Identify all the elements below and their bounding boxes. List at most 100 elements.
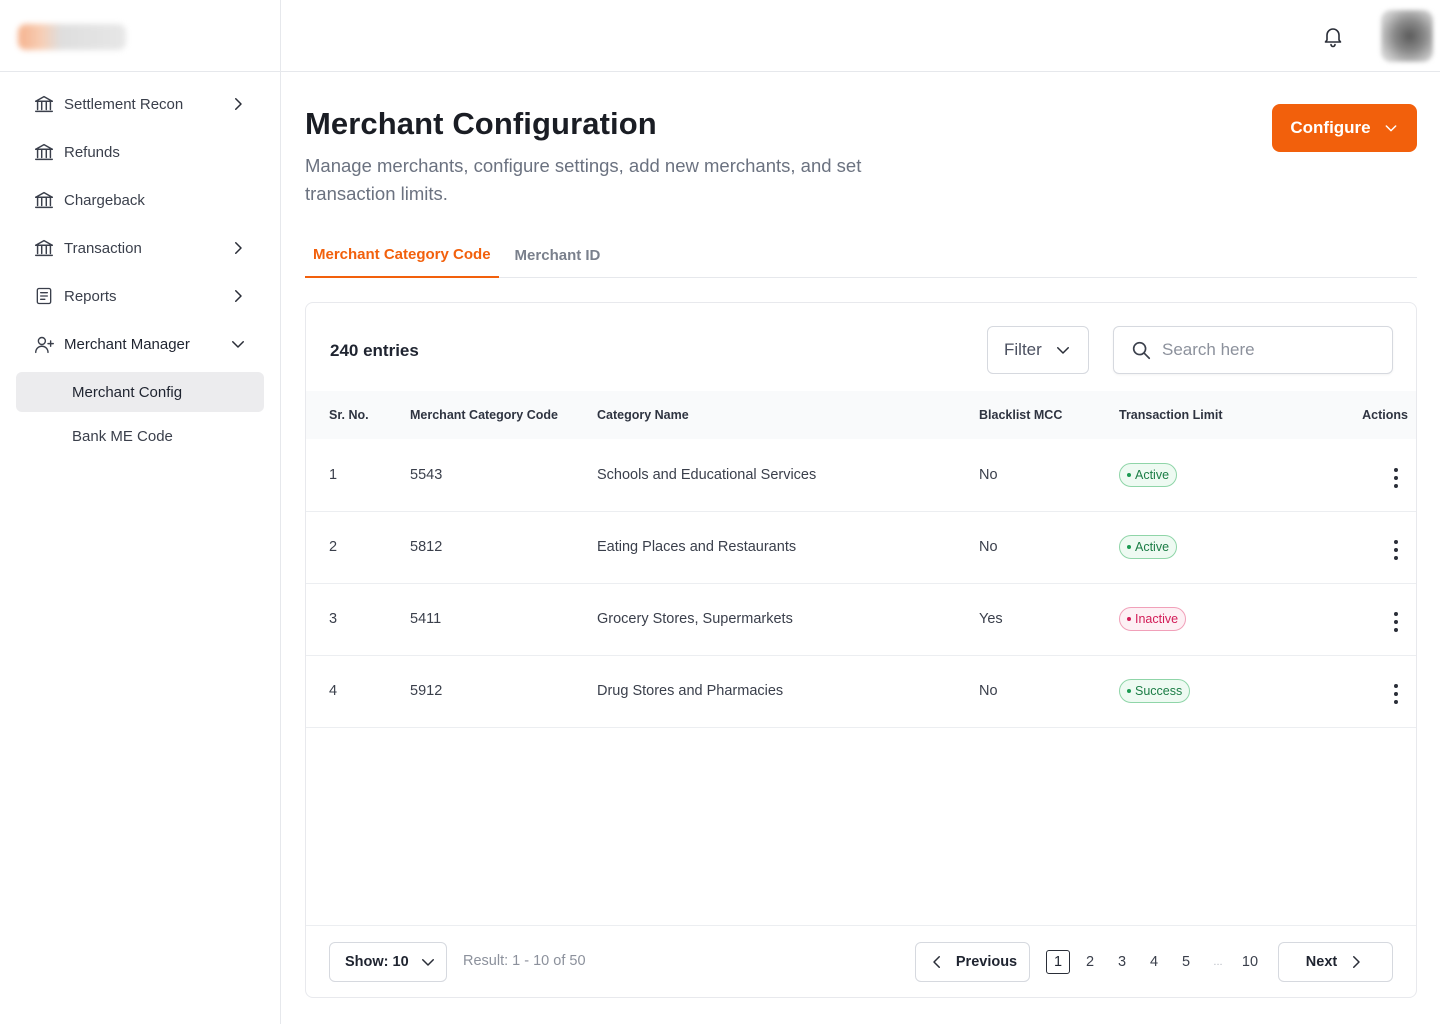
status-badge-label: Active: [1135, 467, 1170, 482]
cell-category-name: Drug Stores and Pharmacies: [597, 683, 784, 699]
status-badge: Success: [1119, 679, 1191, 703]
cell-mcc: 5411: [410, 611, 442, 627]
page-number-1[interactable]: 1: [1046, 950, 1070, 974]
page-number-10[interactable]: 10: [1238, 950, 1262, 974]
tab-bar: Merchant Category Code Merchant ID: [305, 232, 1417, 278]
page-ellipsis: ...: [1213, 956, 1223, 968]
filter-button-label: Filter: [1004, 340, 1042, 359]
page-number-2[interactable]: 2: [1078, 950, 1102, 974]
sidebar-subitem-merchant-config[interactable]: Merchant Config: [16, 372, 264, 412]
more-actions-icon[interactable]: [1386, 538, 1406, 562]
sidebar-item-chargeback[interactable]: Chargeback: [16, 176, 264, 224]
bank-icon: [32, 140, 56, 164]
column-header-actions: Actions: [1362, 408, 1408, 422]
cell-blacklist-mcc: No: [979, 683, 998, 699]
page-number-4[interactable]: 4: [1142, 950, 1166, 974]
chevron-down-icon: [421, 959, 434, 966]
search-input[interactable]: [1162, 340, 1362, 360]
page-title: Merchant Configuration: [305, 106, 657, 141]
next-button[interactable]: Next: [1278, 942, 1393, 982]
page-number-5[interactable]: 5: [1174, 950, 1198, 974]
cell-sr-no: 1: [329, 466, 338, 483]
report-icon: [32, 284, 56, 308]
configure-button-label: Configure: [1290, 118, 1371, 137]
cell-category-name: Grocery Stores, Supermarkets: [597, 611, 793, 627]
status-badge-label: Inactive: [1135, 612, 1179, 626]
status-dot: [1127, 472, 1131, 477]
cell-sr-no: 3: [329, 611, 338, 627]
cell-blacklist-mcc: No: [979, 466, 998, 483]
status-dot: [1127, 617, 1131, 621]
sidebar-item-refunds[interactable]: Refunds: [16, 128, 264, 176]
previous-button[interactable]: Previous: [915, 942, 1030, 982]
sidebar-subitem-bank-me-code[interactable]: Bank ME Code: [16, 416, 264, 456]
sidebar-item-label: Chargeback: [64, 191, 145, 209]
tab-merchant-category-code[interactable]: Merchant Category Code: [305, 232, 499, 278]
cell-category-name: Eating Places and Restaurants: [597, 539, 797, 555]
bank-icon: [32, 92, 56, 116]
sidebar-item-label: Reports: [64, 287, 117, 305]
sidebar-item-reports[interactable]: Reports: [16, 272, 264, 320]
bank-icon: [32, 188, 56, 212]
sidebar-item-label: Refunds: [64, 143, 120, 161]
table-row[interactable]: 2 5812 Eating Places and Restaurants No …: [306, 511, 1416, 583]
sidebar-nav: Settlement Recon Refunds Chargeback Tran…: [16, 80, 264, 460]
column-header-mcc[interactable]: Merchant Category Code: [410, 391, 597, 439]
sidebar: Settlement Recon Refunds Chargeback Tran…: [0, 0, 281, 1024]
chevron-right-icon[interactable]: [226, 236, 250, 260]
status-badge: Active: [1119, 462, 1178, 487]
top-bar: [281, 0, 1440, 72]
chevron-right-icon[interactable]: [226, 284, 250, 308]
status-badge-label: Active: [1135, 540, 1170, 554]
filter-button[interactable]: Filter: [987, 326, 1089, 374]
table-row[interactable]: 1 5543 Schools and Educational Services …: [306, 439, 1416, 511]
brand-logo[interactable]: [18, 24, 126, 50]
bell-icon[interactable]: [1321, 24, 1345, 48]
mcc-table: Sr. No. Merchant Category Code Category …: [306, 391, 1416, 728]
table-row[interactable]: 4 5912 Drug Stores and Pharmacies No Suc…: [306, 655, 1416, 727]
page-size-label: Show: 10: [345, 954, 409, 970]
column-header-sr-no[interactable]: Sr. No.: [306, 391, 410, 439]
chevron-right-icon: [1353, 956, 1360, 968]
next-button-label: Next: [1305, 954, 1338, 970]
cell-blacklist-mcc: Yes: [979, 611, 1003, 627]
status-badge-label: Success: [1135, 684, 1183, 698]
sidebar-item-settlement-recon[interactable]: Settlement Recon: [16, 80, 264, 128]
bank-icon: [32, 236, 56, 260]
configure-button[interactable]: Configure: [1272, 104, 1417, 152]
sidebar-item-merchant-manager[interactable]: Merchant Manager: [16, 320, 264, 368]
pagination-bar: Show: 10 Result: 1 - 10 of 50 Previous 1…: [306, 925, 1416, 997]
avatar[interactable]: [1381, 10, 1433, 62]
sidebar-item-label: Merchant Manager: [64, 335, 190, 353]
chevron-down-icon[interactable]: [226, 332, 250, 356]
entries-count: 240 entries: [330, 341, 419, 360]
page-size-select[interactable]: Show: 10: [329, 942, 447, 982]
sidebar-item-label: Transaction: [64, 239, 142, 257]
more-actions-icon[interactable]: [1386, 682, 1406, 706]
search-icon: [1132, 341, 1151, 360]
column-header-blacklist-mcc[interactable]: Blacklist MCC: [979, 391, 1119, 439]
sidebar-item-transaction[interactable]: Transaction: [16, 224, 264, 272]
chevron-left-icon: [933, 956, 940, 968]
cell-mcc: 5812: [410, 539, 443, 555]
cell-category-name: Schools and Educational Services: [597, 466, 817, 483]
status-dot: [1127, 689, 1131, 693]
status-badge: Active: [1119, 535, 1178, 559]
column-header-transaction-limit[interactable]: Transaction Limit: [1119, 391, 1319, 439]
more-actions-icon[interactable]: [1386, 466, 1406, 490]
chevron-down-icon: [1385, 125, 1397, 132]
search-box: [1113, 326, 1393, 374]
tab-merchant-id[interactable]: Merchant ID: [507, 232, 609, 278]
more-actions-icon[interactable]: [1386, 610, 1406, 634]
logo-area: [0, 0, 280, 72]
sidebar-item-label: Settlement Recon: [64, 95, 184, 113]
mcc-table-card: 240 entries Filter Sr. No. Merchant Cate…: [305, 302, 1417, 998]
column-header-category-name[interactable]: Category Name: [597, 391, 979, 439]
chevron-right-icon[interactable]: [226, 92, 250, 116]
status-dot: [1127, 545, 1131, 549]
result-summary: Result: 1 - 10 of 50: [463, 953, 586, 969]
table-row[interactable]: 3 5411 Grocery Stores, Supermarkets Yes …: [306, 583, 1416, 655]
page-number-3[interactable]: 3: [1110, 950, 1134, 974]
page-subtitle: Manage merchants, configure settings, ad…: [305, 155, 862, 204]
previous-button-label: Previous: [955, 954, 1018, 970]
